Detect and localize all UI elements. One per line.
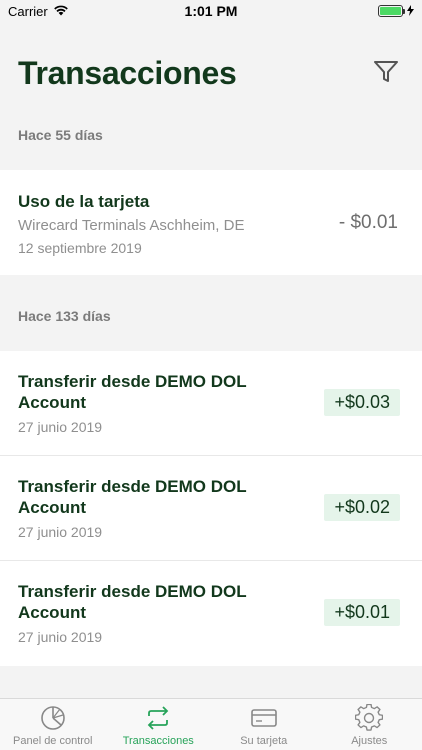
transaction-row[interactable]: Transferir desde DEMO DOL Account 27 jun… bbox=[0, 351, 422, 456]
gear-icon bbox=[355, 704, 384, 732]
transaction-date: 27 junio 2019 bbox=[18, 524, 103, 540]
transaction-amount-badge: +$0.02 bbox=[324, 494, 400, 521]
status-left: Carrier bbox=[8, 4, 69, 19]
card-icon bbox=[250, 704, 278, 732]
transaction-amount-badge: +$0.01 bbox=[324, 599, 400, 626]
transaction-date: 27 junio 2019 bbox=[18, 629, 103, 645]
transaction-row[interactable]: Transferir desde DEMO DOL Account 27 jun… bbox=[0, 456, 422, 561]
section-label: Hace 133 días bbox=[18, 308, 111, 324]
section-label: Hace 55 días bbox=[18, 127, 103, 143]
transaction-amount-badge: +$0.03 bbox=[324, 389, 400, 416]
status-bar: Carrier 1:01 PM bbox=[0, 0, 422, 22]
filter-icon bbox=[373, 60, 399, 89]
wifi-icon bbox=[53, 4, 69, 19]
tab-card[interactable]: Su tarjeta bbox=[211, 699, 317, 750]
transaction-title-line2: Account bbox=[18, 498, 86, 517]
transaction-title-line1: Transferir desde DEMO DOL bbox=[18, 372, 247, 391]
tab-transactions[interactable]: Transacciones bbox=[106, 699, 212, 750]
filter-button[interactable] bbox=[372, 60, 400, 88]
header: Transacciones bbox=[0, 22, 422, 112]
pie-chart-icon bbox=[39, 704, 67, 732]
transfer-arrows-icon bbox=[144, 704, 172, 732]
transaction-title-line2: Account bbox=[18, 603, 86, 622]
transaction-merchant: Wirecard Terminals Aschheim, DE bbox=[18, 217, 245, 234]
tab-label: Panel de control bbox=[13, 735, 93, 747]
transaction-date: 12 septiembre 2019 bbox=[18, 240, 142, 256]
tab-bar: Panel de control Transacciones Su tarjet… bbox=[0, 698, 422, 750]
transaction-date: 27 junio 2019 bbox=[18, 419, 103, 435]
transaction-amount: - $0.01 bbox=[338, 212, 398, 233]
status-right bbox=[378, 4, 414, 19]
transactions-card: Transferir desde DEMO DOL Account 27 jun… bbox=[0, 351, 422, 666]
charging-icon bbox=[407, 4, 414, 19]
transaction-title: Uso de la tarjeta bbox=[18, 192, 150, 211]
tab-label: Transacciones bbox=[122, 735, 194, 747]
page-title: Transacciones bbox=[18, 55, 237, 91]
tab-dashboard[interactable]: Panel de control bbox=[0, 699, 106, 750]
tab-label: Su tarjeta bbox=[240, 735, 288, 747]
transaction-title-line1: Transferir desde DEMO DOL bbox=[18, 582, 247, 601]
battery-icon bbox=[378, 5, 405, 17]
transaction-title-line2: Account bbox=[18, 393, 86, 412]
tab-label: Ajustes bbox=[351, 735, 388, 747]
transactions-card: Uso de la tarjeta Wirecard Terminals Asc… bbox=[0, 170, 422, 275]
transaction-row[interactable]: Uso de la tarjeta Wirecard Terminals Asc… bbox=[0, 170, 422, 275]
carrier-label: Carrier bbox=[8, 3, 48, 19]
transaction-row[interactable]: Transferir desde DEMO DOL Account 27 jun… bbox=[0, 561, 422, 666]
tab-settings[interactable]: Ajustes bbox=[317, 699, 422, 750]
transaction-title-line1: Transferir desde DEMO DOL bbox=[18, 477, 247, 496]
